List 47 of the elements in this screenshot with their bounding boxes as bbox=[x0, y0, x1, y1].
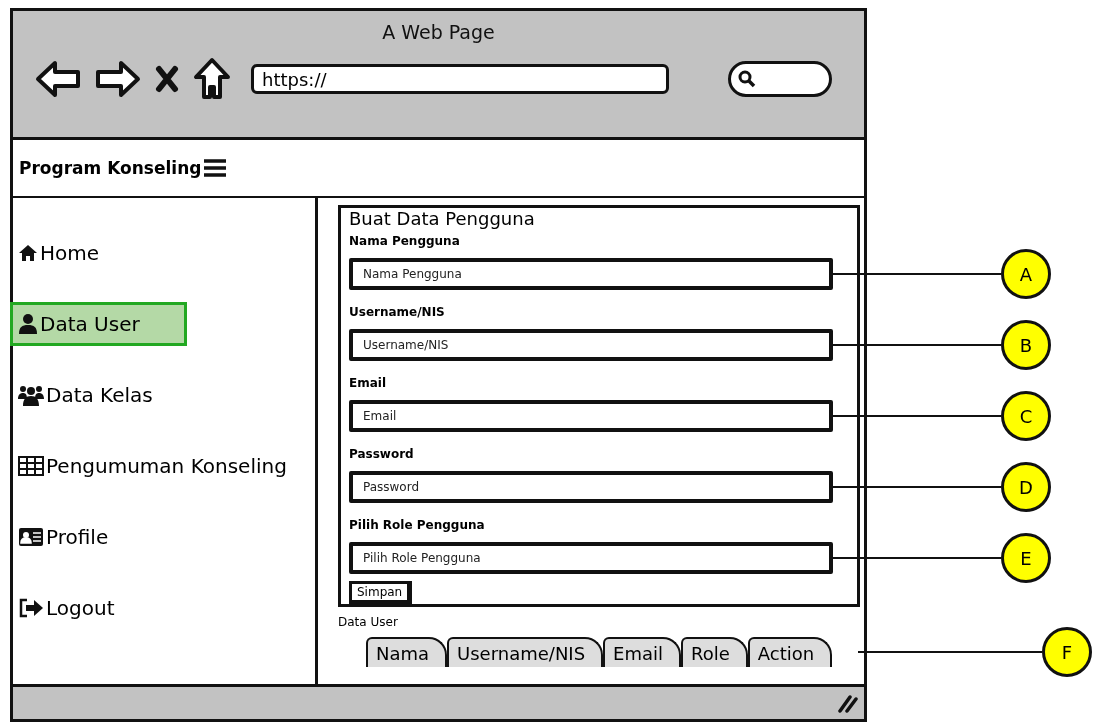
search-field[interactable] bbox=[728, 61, 832, 97]
users-icon bbox=[18, 384, 44, 406]
user-icon bbox=[18, 313, 38, 335]
sidebar-item[interactable]: Home bbox=[13, 231, 313, 275]
close-icon[interactable] bbox=[155, 65, 179, 93]
table-icon bbox=[18, 456, 44, 476]
forward-arrow-icon[interactable] bbox=[95, 59, 141, 99]
menu-icon[interactable] bbox=[203, 158, 228, 178]
form-title: Buat Data Pengguna bbox=[349, 208, 536, 230]
column-header: Email bbox=[603, 637, 682, 667]
field-label: Email bbox=[349, 375, 388, 392]
sidebar-item[interactable]: Data Kelas bbox=[13, 373, 313, 417]
sidebar-item[interactable]: Logout bbox=[13, 586, 313, 630]
callout-marker: C bbox=[1001, 391, 1051, 441]
callout-marker: B bbox=[1001, 320, 1051, 370]
column-header: Role bbox=[681, 637, 748, 667]
input-field[interactable]: Password bbox=[349, 471, 833, 503]
column-header: Action bbox=[747, 637, 833, 667]
id-card-icon bbox=[18, 527, 44, 547]
sidebar-item[interactable]: Profile bbox=[13, 515, 313, 559]
field-label: Nama Pengguna bbox=[349, 233, 461, 250]
home-icon bbox=[18, 244, 38, 262]
callout-marker: E bbox=[1001, 533, 1051, 583]
app-title: Program Konseling bbox=[19, 158, 202, 178]
callout-marker: D bbox=[1001, 462, 1051, 512]
logout-icon bbox=[18, 598, 44, 618]
save-button[interactable]: Simpan bbox=[349, 581, 413, 604]
field-label: Password bbox=[349, 446, 415, 463]
resize-grip-icon[interactable] bbox=[836, 693, 858, 713]
column-header: Nama bbox=[366, 637, 448, 667]
back-arrow-icon[interactable] bbox=[35, 59, 81, 99]
callout-marker: F bbox=[1042, 627, 1092, 677]
field-label: Pilih Role Pengguna bbox=[349, 517, 486, 534]
input-field[interactable]: Email bbox=[349, 400, 833, 432]
input-field[interactable]: Nama Pengguna bbox=[349, 258, 833, 290]
search-icon bbox=[737, 69, 757, 89]
table-caption: Data User bbox=[338, 615, 399, 629]
address-bar[interactable]: https:// bbox=[251, 64, 669, 94]
input-field[interactable]: Username/NIS bbox=[349, 329, 833, 361]
callout-marker: A bbox=[1001, 249, 1051, 299]
home-icon[interactable] bbox=[193, 57, 231, 101]
column-header: Username/NIS bbox=[447, 637, 604, 667]
sidebar-item[interactable]: Pengumuman Konseling bbox=[13, 444, 313, 488]
field-label: Username/NIS bbox=[349, 304, 446, 321]
window-title: A Web Page bbox=[382, 21, 495, 43]
sidebar-item[interactable]: Data User bbox=[10, 302, 187, 346]
input-field[interactable]: Pilih Role Pengguna bbox=[349, 542, 833, 574]
